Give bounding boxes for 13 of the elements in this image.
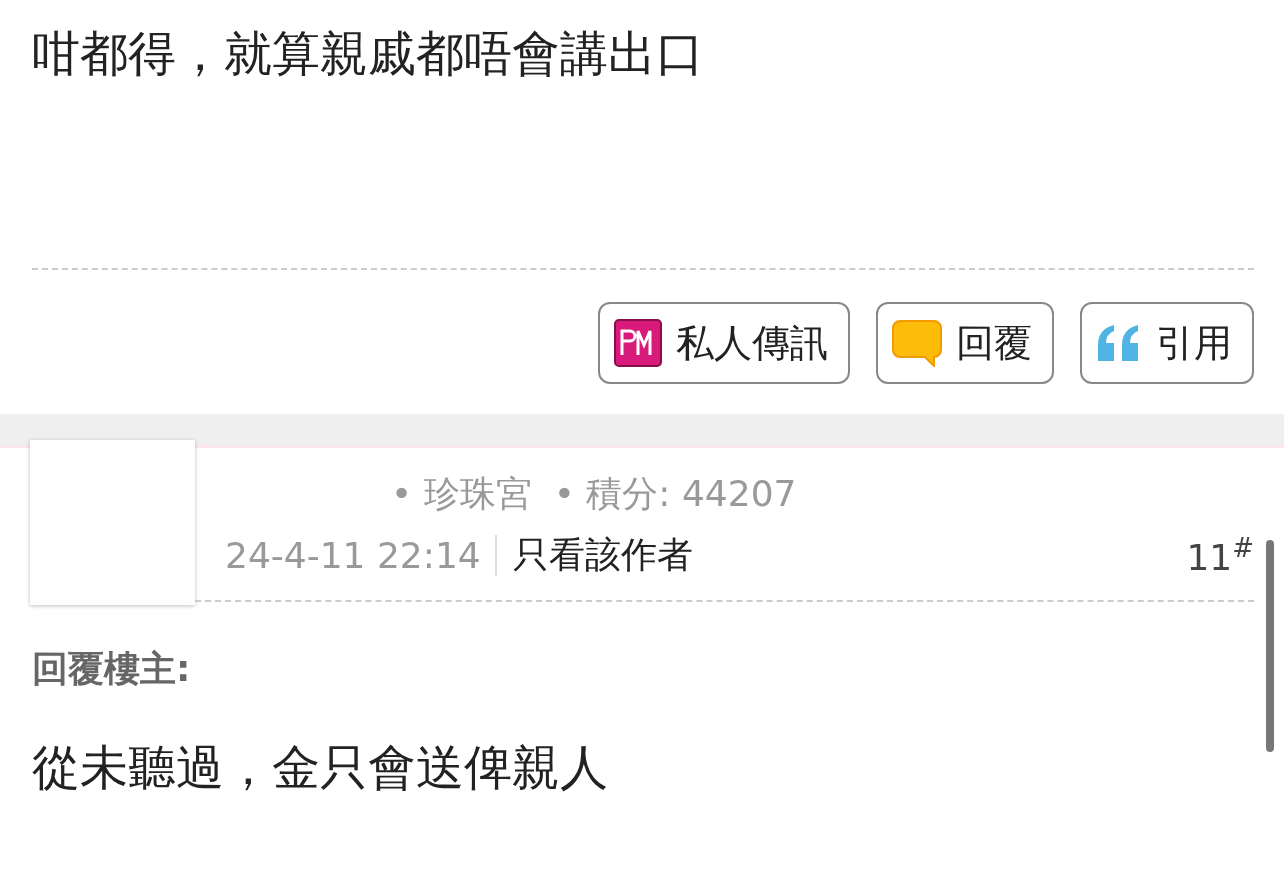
pm-icon [614,319,662,367]
reply-label: 回覆樓主: [32,647,192,691]
post-time: 24-4-11 22:14 [225,535,497,576]
author-only-link[interactable]: 只看該作者 [496,531,693,580]
post-text: 從未聽過，金只會送俾親人 [32,738,609,797]
quote-button[interactable]: 引用 [1080,302,1254,384]
speech-bubble-icon [892,319,942,367]
user-meta: • 積分: 44207 [553,472,797,516]
reply-button[interactable]: 回覆 [876,302,1054,384]
post-text: 咁都得，就算親戚都唔會講出口 [32,24,705,83]
user-meta: • 珍珠宮 [391,472,532,516]
floor-number: 11$^{#}$ [1186,533,1254,578]
pm-button[interactable]: 私人傳訊 [598,302,850,384]
